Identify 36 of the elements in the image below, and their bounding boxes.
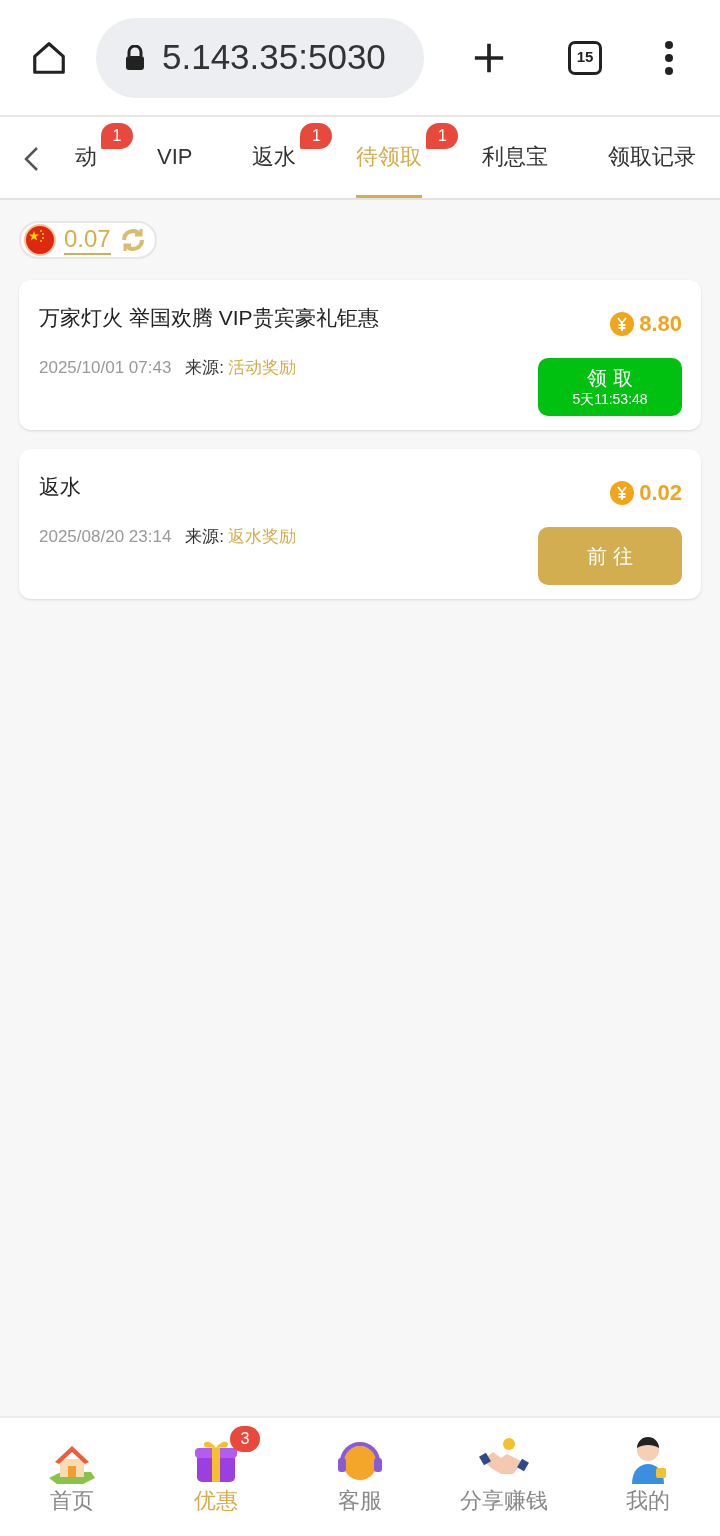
reward-title: 万家灯火 举国欢腾 VIP贵宾豪礼钜惠	[39, 305, 379, 331]
nav-item[interactable]: 我的	[576, 1418, 720, 1536]
lock-icon	[124, 44, 146, 71]
nav-item[interactable]: 首页	[0, 1418, 144, 1536]
tab-count-button[interactable]: 15	[568, 40, 602, 75]
tab[interactable]: 待领取	[356, 117, 423, 198]
reward-title: 返水	[39, 474, 82, 500]
reward-amount: 0.02	[639, 479, 682, 507]
source-label: 来源:	[185, 357, 225, 379]
address-bar[interactable]: 5.143.35:5030	[96, 17, 424, 98]
tab[interactable]: 返水	[252, 117, 297, 198]
nav-item[interactable]: 分享赚钱	[432, 1418, 576, 1536]
tab[interactable]: VIP	[157, 117, 193, 198]
tab[interactable]: 动	[75, 117, 97, 198]
balance-amount: 0.07	[64, 225, 111, 255]
count-badge: 3	[230, 1426, 260, 1452]
yuan-coin-icon	[610, 311, 635, 336]
tab[interactable]: 领取记录	[608, 117, 697, 198]
source-value: 活动奖励	[228, 357, 297, 379]
nav-item[interactable]: 客服	[288, 1418, 432, 1536]
count-badge: 1	[426, 123, 459, 149]
url-text: 5.143.35:5030	[162, 36, 386, 79]
reward-amount: 8.80	[639, 310, 682, 338]
flag-icon	[24, 224, 56, 256]
go-button[interactable]: 前 往	[538, 527, 682, 585]
reward-date: 2025/10/01 07:43	[39, 357, 172, 379]
tab[interactable]: 利息宝	[482, 117, 549, 198]
menu-icon[interactable]	[664, 40, 674, 75]
yuan-coin-icon	[610, 480, 635, 505]
source-value: 返水奖励	[228, 526, 297, 548]
reward-date: 2025/08/20 23:14	[39, 526, 172, 548]
nav-item[interactable]: 优惠 3	[144, 1418, 288, 1536]
claim-button[interactable]: 领 取 5天11:53:48	[538, 358, 682, 416]
count-badge: 1	[300, 123, 333, 149]
count-badge: 1	[101, 123, 133, 149]
source-label: 来源:	[185, 526, 225, 548]
